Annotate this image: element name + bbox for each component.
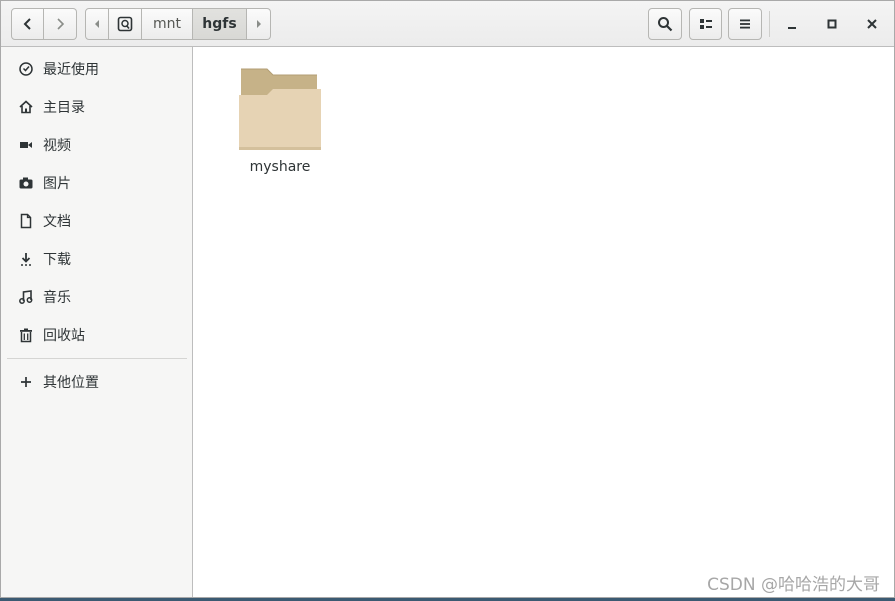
- search-button[interactable]: [648, 8, 682, 40]
- sidebar-item-label: 下载: [43, 252, 71, 268]
- path-item-hgfs[interactable]: hgfs: [193, 8, 247, 40]
- chevron-left-icon: [23, 18, 31, 30]
- triangle-right-icon: [256, 20, 261, 28]
- search-icon: [658, 17, 673, 32]
- path-item-mnt[interactable]: mnt: [142, 8, 193, 40]
- sidebar-item-label: 最近使用: [43, 62, 99, 78]
- document-icon: [18, 213, 34, 229]
- hamburger-menu-icon: [740, 19, 750, 29]
- sidebar-item-label: 文档: [43, 214, 71, 230]
- nav-buttons: [11, 8, 77, 40]
- sidebar-item-other-locations[interactable]: 其他位置: [1, 365, 192, 399]
- sidebar-item-label: 回收站: [43, 328, 85, 344]
- download-icon: [18, 251, 34, 267]
- maximize-button[interactable]: [816, 8, 848, 40]
- video-icon: [18, 137, 34, 153]
- folder-label: myshare: [249, 159, 311, 175]
- watermark: CSDN @哈哈浩的大哥: [707, 575, 880, 595]
- sidebar-item-videos[interactable]: 视频: [1, 128, 192, 162]
- sidebar-item-documents[interactable]: 文档: [1, 204, 192, 238]
- folder-item[interactable]: myshare: [231, 67, 329, 187]
- close-button[interactable]: [856, 8, 888, 40]
- camera-icon: [18, 175, 34, 191]
- sidebar-item-label: 音乐: [43, 290, 71, 306]
- path-item-label: mnt: [153, 16, 181, 32]
- file-manager-window: mnt hgfs 最近使用 主目录 视频 图片 文档 下载 音乐 回收站 其他位…: [0, 0, 895, 598]
- sidebar-item-label: 图片: [43, 176, 71, 192]
- sidebar-item-trash[interactable]: 回收站: [1, 318, 192, 352]
- sidebar-item-label: 主目录: [43, 100, 85, 116]
- sidebar-item-music[interactable]: 音乐: [1, 280, 192, 314]
- sidebar-item-recent[interactable]: 最近使用: [1, 52, 192, 86]
- path-scroll-left-button[interactable]: [85, 8, 109, 40]
- trash-icon: [18, 327, 34, 343]
- minimize-icon: [788, 27, 796, 29]
- sidebar: 最近使用 主目录 视频 图片 文档 下载 音乐 回收站 其他位置: [1, 47, 193, 597]
- sidebar-item-pictures[interactable]: 图片: [1, 166, 192, 200]
- list-view-icon: [699, 19, 712, 29]
- file-view: myshare CSDN @哈哈浩的大哥: [193, 47, 894, 597]
- maximize-icon: [827, 19, 837, 29]
- music-icon: [18, 289, 34, 305]
- clock-icon: [18, 61, 34, 77]
- menu-button[interactable]: [728, 8, 762, 40]
- path-scroll-right-button[interactable]: [247, 8, 271, 40]
- close-icon: [867, 19, 877, 29]
- view-mode-button[interactable]: [689, 8, 722, 40]
- plus-icon: [18, 374, 34, 390]
- minimize-button[interactable]: [776, 8, 808, 40]
- path-item-drive[interactable]: [109, 8, 142, 40]
- sidebar-item-label: 其他位置: [43, 375, 99, 391]
- sidebar-divider: [7, 358, 187, 359]
- chevron-right-icon: [57, 18, 65, 30]
- path-bar: mnt hgfs: [85, 8, 271, 40]
- path-item-label: hgfs: [202, 16, 237, 32]
- header-bar: mnt hgfs: [1, 1, 894, 47]
- sidebar-item-label: 视频: [43, 138, 71, 154]
- sidebar-item-home[interactable]: 主目录: [1, 90, 192, 124]
- forward-button[interactable]: [44, 8, 77, 40]
- back-button[interactable]: [11, 8, 44, 40]
- home-icon: [18, 99, 34, 115]
- header-separator: [769, 11, 770, 37]
- triangle-left-icon: [95, 20, 99, 28]
- folder-icon: [239, 68, 321, 150]
- drive-icon: [117, 16, 133, 32]
- sidebar-item-downloads[interactable]: 下载: [1, 242, 192, 276]
